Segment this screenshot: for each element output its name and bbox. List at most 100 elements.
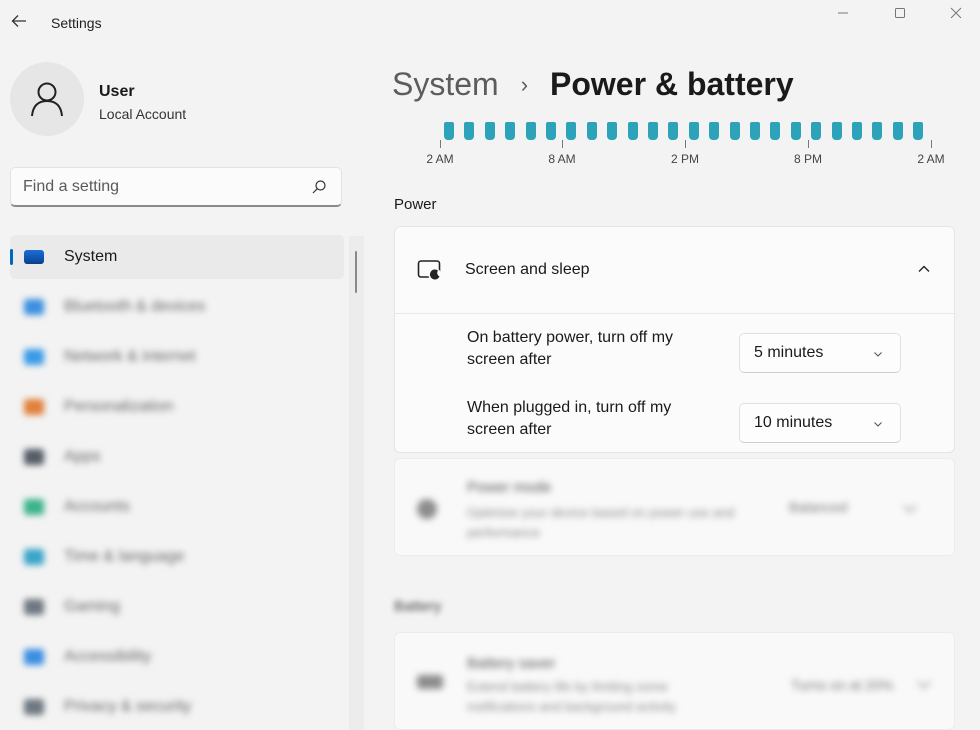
- page-title: Power & battery: [550, 66, 794, 102]
- sidebar-scrollbar[interactable]: [355, 251, 357, 293]
- timeline-bar: [627, 122, 638, 140]
- timeline-bar: [525, 122, 536, 140]
- timeline-bar: [729, 122, 740, 140]
- sidebar-item-time-language[interactable]: Time & language: [10, 535, 344, 579]
- breadcrumb-parent[interactable]: System: [392, 66, 499, 103]
- avatar: [10, 62, 84, 136]
- sidebar-item-privacy-security[interactable]: Privacy & security: [10, 685, 344, 729]
- user-name: User: [99, 83, 135, 100]
- divider: [395, 313, 954, 314]
- timeline-bar: [586, 122, 597, 140]
- timeline-bar: [648, 122, 658, 140]
- timeline-bar: [464, 122, 475, 140]
- sidebar-item-label: Network & internet: [64, 348, 196, 365]
- sidebar-item-system[interactable]: System: [10, 235, 344, 279]
- screen-sleep-card: Screen and sleep On battery power, turn …: [394, 226, 955, 453]
- battery-saver-card[interactable]: Battery saver Extend battery life by lim…: [394, 632, 955, 730]
- power-mode-title: Power mode: [467, 479, 552, 496]
- sidebar-item-label: Time & language: [64, 548, 185, 565]
- timeline-bar: [668, 122, 679, 140]
- screen-sleep-header[interactable]: Screen and sleep: [395, 227, 954, 313]
- sidebar-item-bluetooth[interactable]: Bluetooth & devices: [10, 285, 344, 329]
- timeline-bar: [444, 122, 454, 140]
- maximize-button[interactable]: [883, 2, 917, 24]
- dropdown-value: 5 minutes: [754, 344, 824, 361]
- sidebar-item-label: Gaming: [64, 598, 121, 615]
- sidebar-item-apps[interactable]: Apps: [10, 435, 344, 479]
- timeline-tick: [931, 140, 932, 148]
- timeline-bar: [484, 122, 495, 140]
- timeline-tick: [685, 140, 686, 148]
- minimize-button[interactable]: [826, 2, 860, 24]
- bluetooth-icon: [24, 299, 44, 315]
- search-input[interactable]: [23, 177, 309, 196]
- minimize-icon: [838, 12, 848, 14]
- battery-screen-off-setting: On battery power, turn off my screen aft…: [467, 327, 937, 377]
- plugged-screen-off-setting: When plugged in, turn off my screen afte…: [467, 397, 937, 447]
- back-button[interactable]: [8, 10, 30, 32]
- timeline-bar: [546, 122, 556, 140]
- timeline-bar: [505, 122, 516, 140]
- power-mode-icon: [417, 499, 437, 519]
- sidebar-item-label: Privacy & security: [64, 698, 192, 715]
- chevron-up-icon[interactable]: [916, 261, 932, 277]
- sidebar-item-personalization[interactable]: Personalization: [10, 385, 344, 429]
- timeline-label: 2 AM: [426, 152, 454, 166]
- sidebar-item-label: Personalization: [64, 398, 174, 415]
- timeline-bar: [790, 122, 801, 140]
- search-icon[interactable]: [309, 177, 329, 197]
- plugged-screen-off-label: When plugged in, turn off my screen afte…: [467, 399, 672, 438]
- timeline-bar: [607, 122, 618, 140]
- search-box: [10, 167, 342, 207]
- timeline-bar: [566, 122, 577, 140]
- timeline-label: 2 AM: [917, 152, 945, 166]
- sidebar-item-network[interactable]: Network & internet: [10, 335, 344, 379]
- sidebar-item-accessibility[interactable]: Accessibility: [10, 635, 344, 679]
- timeline-label: 8 PM: [793, 152, 823, 166]
- brush-icon: [24, 399, 44, 415]
- chevron-down-icon: [874, 422, 882, 427]
- sidebar-item-label: Apps: [64, 448, 101, 465]
- timeline-bar: [688, 122, 699, 140]
- timeline-label: 2 PM: [670, 152, 700, 166]
- account-type: Local Account: [99, 106, 187, 122]
- dropdown-value: 10 minutes: [754, 414, 833, 431]
- sidebar-nav: System Bluetooth & devices Network & int…: [10, 235, 344, 730]
- timeline-tick: [562, 140, 563, 148]
- timeline-bar: [852, 122, 862, 140]
- user-card[interactable]: User Local Account: [10, 62, 340, 138]
- timeline-bar: [770, 122, 781, 140]
- battery-saver-title: Battery saver: [467, 655, 556, 672]
- screen-sleep-title: Screen and sleep: [465, 261, 590, 278]
- maximize-icon: [895, 8, 905, 18]
- power-section-label: Power: [394, 196, 437, 213]
- sidebar-item-label: Accounts: [64, 498, 130, 515]
- timeline-tick: [440, 140, 441, 148]
- power-mode-value: Balanced: [789, 499, 848, 515]
- close-icon: [950, 7, 962, 19]
- sidebar-item-label: Bluetooth & devices: [64, 298, 206, 315]
- sidebar-item-label: Accessibility: [64, 648, 152, 665]
- chevron-right-icon: ›: [520, 71, 529, 97]
- network-icon: [24, 349, 44, 365]
- apps-icon: [24, 449, 44, 465]
- accounts-icon: [24, 499, 44, 515]
- shield-icon: [24, 699, 44, 715]
- battery-saver-value: Turns on at 20%: [791, 677, 894, 693]
- screen-sleep-icon: [417, 257, 443, 283]
- timeline-label: 8 AM: [548, 152, 576, 166]
- chevron-down-icon: [874, 352, 882, 357]
- active-indicator: [10, 249, 13, 265]
- timeline-bar: [831, 122, 842, 140]
- back-arrow-icon: [11, 15, 26, 27]
- plugged-screen-off-dropdown[interactable]: 10 minutes: [739, 403, 901, 443]
- sidebar-item-accounts[interactable]: Accounts: [10, 485, 344, 529]
- timeline-bar: [709, 122, 720, 140]
- power-mode-card[interactable]: Power mode Optimize your device based on…: [394, 458, 955, 556]
- battery-section-label: Battery: [394, 598, 442, 615]
- close-button[interactable]: [939, 2, 973, 24]
- time-language-icon: [24, 549, 44, 565]
- battery-screen-off-label: On battery power, turn off my screen aft…: [467, 329, 674, 368]
- battery-screen-off-dropdown[interactable]: 5 minutes: [739, 333, 901, 373]
- sidebar-item-gaming[interactable]: Gaming: [10, 585, 344, 629]
